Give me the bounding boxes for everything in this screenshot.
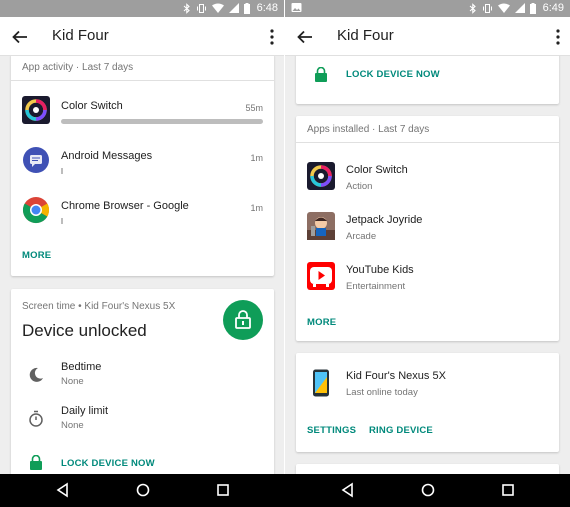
bedtime-value: None — [61, 376, 84, 387]
app-activity-row[interactable]: Chrome Browser - Google 1m — [11, 194, 274, 234]
next-card — [296, 464, 559, 474]
navigation-bar — [0, 474, 570, 507]
bedtime-label: Bedtime — [61, 361, 102, 373]
app-usage-time: 55m — [245, 103, 263, 113]
app-name: Chrome Browser - Google — [61, 200, 189, 212]
settings-button[interactable]: SETTINGS — [307, 425, 356, 436]
screen-time-header: Screen time • Kid Four's Nexus 5X — [22, 301, 176, 312]
battery-icon — [529, 2, 536, 14]
screen-time-card: Screen time • Kid Four's Nexus 5X Device… — [11, 289, 274, 474]
status-bar: 6:49 — [285, 0, 570, 17]
app-name: Color Switch — [61, 100, 123, 112]
app-bar: Kid Four — [285, 17, 570, 56]
more-button[interactable]: MORE — [22, 250, 51, 261]
app-usage-time: 1m — [250, 153, 263, 163]
lock-device-now-button[interactable]: LOCK DEVICE NOW — [346, 69, 440, 80]
color-switch-icon — [307, 162, 335, 190]
status-time: 6:48 — [256, 2, 278, 14]
status-bar: 6:48 — [0, 0, 284, 17]
device-name: Kid Four's Nexus 5X — [346, 370, 446, 382]
wifi-icon — [211, 3, 224, 13]
bedtime-row[interactable]: Bedtime None — [11, 359, 274, 395]
overflow-menu-icon[interactable] — [266, 26, 278, 48]
recents-nav-icon[interactable] — [215, 482, 231, 498]
back-nav-icon[interactable] — [340, 482, 356, 498]
overflow-menu-icon[interactable] — [552, 26, 564, 48]
app-name: Android Messages — [61, 150, 153, 162]
moon-icon — [29, 367, 43, 382]
phone-device-icon — [313, 369, 329, 397]
battery-icon — [243, 2, 250, 14]
installed-app-row[interactable]: Color Switch Action — [296, 160, 559, 200]
daily-limit-row[interactable]: Daily limit None — [11, 403, 274, 439]
home-nav-icon[interactable] — [135, 482, 151, 498]
lock-device-now-button[interactable]: LOCK DEVICE NOW — [61, 458, 155, 469]
signal-icon — [514, 3, 525, 13]
lock-icon — [315, 67, 327, 82]
app-name: YouTube Kids — [346, 264, 414, 276]
vibrate-icon — [482, 3, 492, 13]
usage-bar — [61, 119, 263, 124]
app-usage-time: 1m — [250, 203, 263, 213]
app-activity-row[interactable]: Color Switch 55m — [11, 94, 274, 134]
messages-icon — [23, 147, 49, 173]
app-activity-row[interactable]: Android Messages 1m — [11, 144, 274, 184]
back-arrow-icon[interactable] — [294, 26, 316, 48]
vibrate-icon — [196, 3, 206, 13]
card-header: Apps installed · Last 7 days — [296, 116, 559, 143]
bluetooth-icon — [469, 2, 476, 14]
status-time: 6:49 — [542, 2, 564, 14]
daily-limit-label: Daily limit — [61, 405, 109, 417]
unlocked-padlock-icon — [235, 310, 251, 329]
lock-device-card: LOCK DEVICE NOW — [296, 56, 559, 104]
youtube-kids-icon — [307, 262, 335, 290]
wifi-icon — [497, 3, 510, 13]
home-nav-icon[interactable] — [420, 482, 436, 498]
lock-toggle-button[interactable] — [223, 300, 263, 340]
app-activity-card: App activity · Last 7 days Color Switch … — [11, 56, 274, 276]
right-phone-screen: 6:49 Kid Four LOCK DEVICE NOW Apps insta… — [285, 0, 570, 474]
page-title: Kid Four — [52, 27, 109, 44]
content-scroll[interactable]: LOCK DEVICE NOW Apps installed · Last 7 … — [285, 56, 570, 474]
back-arrow-icon[interactable] — [9, 26, 31, 48]
installed-app-row[interactable]: Jetpack Joyride Arcade — [296, 210, 559, 250]
page-title: Kid Four — [337, 27, 394, 44]
apps-installed-card: Apps installed · Last 7 days Color Switc… — [296, 116, 559, 341]
left-phone-screen: 6:48 Kid Four App activity · Last 7 days… — [0, 0, 285, 474]
more-button[interactable]: MORE — [307, 317, 336, 328]
device-last-online: Last online today — [346, 387, 418, 398]
jetpack-joyride-icon — [307, 212, 335, 240]
card-header: App activity · Last 7 days — [11, 56, 274, 81]
usage-bar — [61, 218, 63, 224]
bluetooth-icon — [183, 2, 190, 14]
image-notification-icon — [291, 3, 302, 12]
usage-bar — [61, 168, 63, 174]
ring-device-button[interactable]: RING DEVICE — [369, 425, 433, 436]
app-category: Arcade — [346, 231, 377, 242]
timer-icon — [29, 410, 43, 427]
app-bar: Kid Four — [0, 17, 284, 56]
device-status: Device unlocked — [22, 321, 147, 340]
app-category: Entertainment — [346, 281, 406, 292]
installed-app-row[interactable]: YouTube Kids Entertainment — [296, 260, 559, 300]
content-scroll[interactable]: App activity · Last 7 days Color Switch … — [0, 56, 284, 474]
chrome-icon — [22, 197, 50, 224]
app-category: Action — [346, 181, 373, 192]
daily-limit-value: None — [61, 420, 84, 431]
signal-icon — [228, 3, 239, 13]
recents-nav-icon[interactable] — [500, 482, 516, 498]
color-switch-icon — [22, 96, 50, 124]
device-card: Kid Four's Nexus 5X Last online today SE… — [296, 353, 559, 452]
lock-icon — [30, 455, 42, 470]
app-name: Jetpack Joyride — [346, 214, 423, 226]
app-name: Color Switch — [346, 164, 408, 176]
back-nav-icon[interactable] — [55, 482, 71, 498]
